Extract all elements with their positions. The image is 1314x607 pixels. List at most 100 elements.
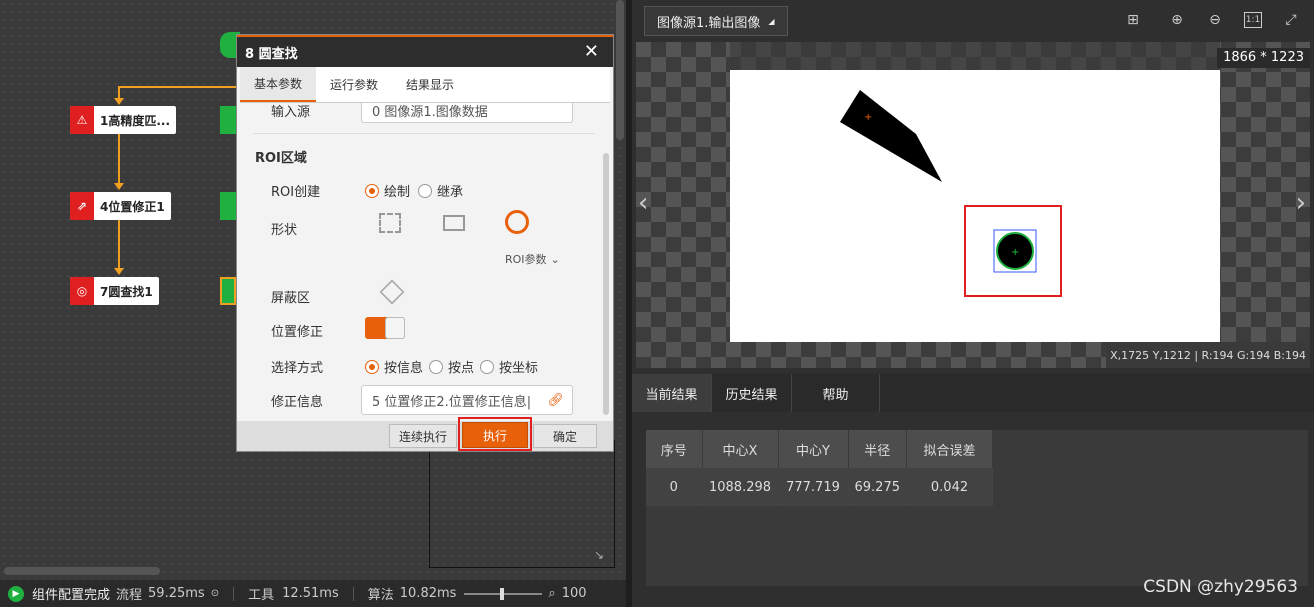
input-source-field[interactable]: 0 图像源1.图像数据 bbox=[361, 103, 573, 123]
green-node-icon[interactable] bbox=[220, 106, 236, 134]
radio-by-coord[interactable] bbox=[480, 359, 495, 374]
algo-time-label: 算法 bbox=[367, 588, 394, 603]
flow-connector bbox=[118, 86, 238, 88]
results-table: 序号 中心X 中心Y 半径 拟合误差 0 1088.298 777.719 69… bbox=[646, 430, 993, 506]
continuous-execute-button[interactable]: 连续执行 bbox=[389, 424, 457, 448]
pixel-info-bar: X,1725 Y,1212 | R:194 G:194 B:194 bbox=[1106, 342, 1310, 368]
radio-by-info-label: 按信息 bbox=[384, 361, 424, 376]
actual-size-icon[interactable]: 1:1 bbox=[1244, 12, 1262, 28]
tab-help[interactable]: 帮助 bbox=[792, 374, 880, 412]
cell-radius: 69.275 bbox=[848, 468, 907, 506]
zoom-slider[interactable] bbox=[464, 587, 543, 600]
run-status-icon: ▶ bbox=[8, 585, 24, 602]
cell-center-y: 777.719 bbox=[778, 468, 849, 506]
position-correct-icon: ⇗ bbox=[70, 192, 94, 220]
shape-rectangle-icon[interactable] bbox=[443, 215, 465, 231]
image-canvas[interactable]: + + 1866 * 1223 ‹ › X,1725 Y,1212 | R:19… bbox=[636, 42, 1310, 368]
radio-inherit[interactable] bbox=[418, 183, 433, 198]
dialog-title: 8 圆查找 bbox=[245, 46, 298, 62]
position-correct-label: 位置修正 bbox=[271, 325, 324, 340]
horizontal-scrollbar[interactable] bbox=[4, 567, 160, 575]
dialog-titlebar[interactable]: 8 圆查找 bbox=[237, 35, 613, 67]
tab-basic-params[interactable]: 基本参数 bbox=[240, 67, 317, 102]
dialog-footer: 连续执行 执行 确定 bbox=[237, 417, 613, 451]
cell-center-x: 1088.298 bbox=[702, 468, 779, 506]
image-source-tab[interactable]: 图像源1.输出图像 ◢ bbox=[644, 6, 788, 36]
flow-node-position-correct[interactable]: ⇗ 4位置修正1 bbox=[70, 192, 171, 220]
close-icon[interactable]: ✕ bbox=[584, 41, 599, 62]
radio-by-info[interactable] bbox=[365, 359, 379, 374]
cell-index: 0 bbox=[646, 468, 703, 506]
match-icon: ⚠ bbox=[70, 106, 94, 134]
divider bbox=[352, 586, 354, 601]
table-row[interactable]: 0 1088.298 777.719 69.275 0.042 bbox=[646, 468, 993, 506]
fullscreen-icon[interactable]: ⤢ bbox=[1282, 12, 1300, 28]
select-mode-label: 选择方式 bbox=[271, 361, 324, 376]
mask-edit-icon[interactable] bbox=[379, 279, 405, 305]
input-source-label: 输入源 bbox=[271, 105, 311, 120]
execute-button[interactable]: 执行 bbox=[462, 422, 528, 448]
col-fit-error: 拟合误差 bbox=[906, 430, 993, 468]
flow-toggle-icon[interactable]: ⊙ bbox=[211, 588, 219, 599]
divider bbox=[233, 586, 235, 601]
radio-inherit-label: 继承 bbox=[437, 185, 464, 200]
zoom-out-icon[interactable]: ⊖ bbox=[1206, 12, 1224, 28]
image-content: + + bbox=[840, 90, 1062, 297]
flow-node-match[interactable]: ⚠ 1高精度匹... bbox=[70, 106, 177, 134]
tab-run-params[interactable]: 运行参数 bbox=[316, 67, 392, 102]
divider bbox=[253, 133, 595, 134]
chevron-down-icon: ⌄ bbox=[550, 252, 560, 266]
watermark: CSDN @zhy29563 bbox=[1143, 577, 1298, 597]
flow-arrow bbox=[114, 183, 124, 190]
radio-draw-label: 绘制 bbox=[384, 185, 411, 200]
zoom-in-icon[interactable]: ⊕ bbox=[1168, 12, 1186, 28]
circle-find-icon: ◎ bbox=[70, 277, 94, 305]
select-mode-options: 按信息 按点 按坐标 bbox=[365, 357, 538, 376]
node-label: 4位置修正1 bbox=[100, 199, 165, 214]
result-tabs: 当前结果 历史结果 帮助 bbox=[632, 374, 1314, 412]
roi-create-label: ROI创建 bbox=[271, 185, 321, 200]
flow-arrow bbox=[114, 268, 124, 275]
flow-node-circle-find[interactable]: ◎ 7圆查找1 bbox=[70, 277, 159, 305]
tab-history-result[interactable]: 历史结果 bbox=[712, 374, 792, 412]
col-index: 序号 bbox=[646, 430, 703, 468]
radio-draw[interactable] bbox=[365, 183, 379, 198]
prev-image-icon[interactable]: ‹ bbox=[638, 188, 648, 218]
shape-label: 形状 bbox=[271, 223, 298, 238]
resize-handle-icon[interactable]: ↘ bbox=[594, 548, 604, 562]
shape-fullscreen-icon[interactable] bbox=[379, 213, 401, 233]
ok-button[interactable]: 确定 bbox=[533, 424, 597, 448]
link-icon[interactable]: 🔗︎ bbox=[547, 393, 564, 408]
flow-arrow bbox=[114, 98, 124, 105]
output-image: + + bbox=[730, 70, 1220, 342]
pixel-info: X,1725 Y,1212 | R:194 G:194 B:194 bbox=[1110, 348, 1306, 362]
node-label: 7圆查找1 bbox=[100, 284, 153, 299]
radio-by-point[interactable] bbox=[429, 359, 444, 374]
algo-time-value: 10.82ms bbox=[399, 586, 457, 601]
radio-by-point-label: 按点 bbox=[448, 361, 475, 376]
col-center-x: 中心X bbox=[702, 430, 779, 468]
green-node-icon[interactable] bbox=[220, 277, 236, 305]
green-node-icon[interactable] bbox=[220, 192, 236, 220]
shape-circle-icon[interactable] bbox=[505, 210, 529, 234]
flow-connector bbox=[118, 220, 120, 270]
node-label: 1高精度匹... bbox=[100, 113, 171, 128]
mask-label: 屏蔽区 bbox=[271, 291, 311, 306]
correct-info-value: 5 位置修正2.位置修正信息| bbox=[372, 394, 532, 410]
zoom-slider-thumb[interactable] bbox=[500, 587, 505, 600]
flow-time-value: 59.25ms bbox=[148, 586, 205, 601]
search-icon[interactable]: ⌕ bbox=[548, 586, 555, 601]
roi-params-toggle[interactable]: ROI参数 ⌄ bbox=[505, 251, 560, 267]
next-image-icon[interactable]: › bbox=[1296, 188, 1306, 218]
correct-info-field[interactable]: 5 位置修正2.位置修正信息| 🔗︎ bbox=[361, 385, 573, 415]
position-correct-toggle[interactable] bbox=[365, 317, 405, 339]
roi-params-label: ROI参数 bbox=[505, 253, 547, 266]
image-size-readout: 1866 * 1223 bbox=[1217, 48, 1310, 68]
toggle-knob bbox=[385, 317, 405, 339]
vertical-scrollbar[interactable] bbox=[616, 0, 624, 140]
tab-result-display[interactable]: 结果显示 bbox=[392, 67, 468, 102]
fit-window-icon[interactable]: ⊞ bbox=[1124, 12, 1142, 28]
dialog-scrollbar[interactable] bbox=[603, 153, 609, 415]
tab-current-result[interactable]: 当前结果 bbox=[632, 374, 712, 412]
tool-time-label: 工具 bbox=[248, 588, 275, 603]
